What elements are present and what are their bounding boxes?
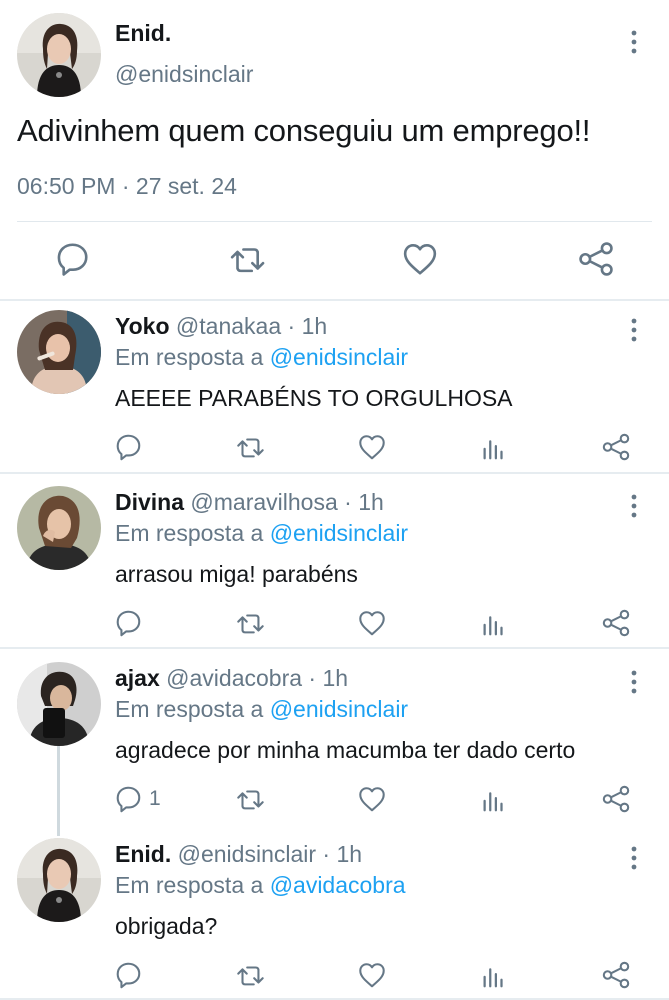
avatar[interactable] [17, 486, 101, 570]
reply-prefix: Em resposta a [115, 344, 270, 370]
reply-icon[interactable] [113, 608, 149, 638]
author-handle[interactable]: @enidsinclair [115, 61, 253, 88]
meta-separator: · [115, 173, 136, 199]
author-name[interactable]: ajax [115, 665, 160, 691]
author-handle[interactable]: @tanakaa [176, 313, 281, 339]
divider [0, 472, 669, 474]
mention-link[interactable]: @enidsinclair [270, 696, 408, 722]
reply-prefix: Em resposta a [115, 520, 270, 546]
retweet-icon[interactable] [235, 960, 265, 990]
reply-tweet[interactable]: Divina @maravilhosa · 1h Em resposta a @… [0, 478, 669, 654]
reply-context: Em resposta a @enidsinclair [115, 520, 408, 547]
more-options-icon[interactable] [624, 844, 644, 872]
like-icon[interactable] [357, 608, 387, 638]
reply-tweet[interactable]: Enid. @enidsinclair · 1h Em resposta a @… [0, 830, 669, 1000]
reply-header: Enid. @enidsinclair · 1h [115, 841, 362, 868]
reply-time: 1h [301, 313, 328, 339]
meta-separator: · [316, 841, 337, 867]
avatar[interactable] [17, 13, 101, 97]
reply-icon[interactable] [113, 960, 149, 990]
reply-icon[interactable] [53, 240, 93, 280]
divider [0, 647, 669, 649]
reply-icon[interactable] [113, 432, 149, 462]
reply-time: 1h [322, 665, 349, 691]
like-icon[interactable] [401, 240, 441, 280]
avatar[interactable] [17, 662, 101, 746]
mention-link[interactable]: @avidacobra [270, 872, 406, 898]
tweet-date: 27 set. 24 [135, 173, 237, 199]
more-options-icon[interactable] [624, 28, 644, 56]
author-name[interactable]: Enid. [115, 841, 171, 867]
retweet-icon[interactable] [235, 432, 265, 462]
meta-separator: · [302, 665, 323, 691]
author-handle[interactable]: @avidacobra [166, 665, 302, 691]
avatar[interactable] [17, 838, 101, 922]
reply-time: 1h [358, 489, 384, 515]
divider [17, 221, 652, 222]
reply-tweet[interactable]: ajax @avidacobra · 1h Em resposta a @eni… [0, 654, 669, 830]
reply-time: 1h [336, 841, 363, 867]
like-icon[interactable] [357, 432, 387, 462]
stats-icon[interactable] [479, 432, 509, 462]
tweet-text: Adivinhem quem conseguiu um emprego!! [17, 113, 591, 148]
mention-link[interactable]: @enidsinclair [270, 344, 408, 370]
reply-header: ajax @avidacobra · 1h [115, 665, 348, 692]
avatar[interactable] [17, 310, 101, 394]
retweet-icon[interactable] [235, 784, 265, 814]
reply-prefix: Em resposta a [115, 696, 270, 722]
divider [0, 299, 669, 301]
reply-header: Divina @maravilhosa · 1h [115, 489, 384, 516]
author-name[interactable]: Yoko [115, 313, 170, 339]
tweet-timestamp: 06:50 PM · 27 set. 24 [17, 173, 237, 200]
reply-context: Em resposta a @enidsinclair [115, 344, 408, 371]
tweet-time: 06:50 PM [17, 173, 116, 199]
author-handle[interactable]: @maravilhosa [190, 489, 337, 515]
meta-separator: · [281, 313, 302, 339]
reply-count: 1 [149, 787, 161, 810]
reply-context: Em resposta a @avidacobra [115, 872, 406, 899]
stats-icon[interactable] [479, 608, 509, 638]
stats-icon[interactable] [479, 960, 509, 990]
author-name[interactable]: Enid. [115, 20, 171, 47]
share-icon[interactable] [577, 240, 617, 280]
retweet-icon[interactable] [228, 240, 268, 280]
reply-icon[interactable]: 1 [113, 784, 161, 814]
more-options-icon[interactable] [624, 492, 644, 520]
retweet-icon[interactable] [235, 608, 265, 638]
reply-header: Yoko @tanakaa · 1h [115, 313, 327, 340]
reply-text: arrasou miga! parabéns [115, 561, 358, 587]
reply-tweet[interactable]: Yoko @tanakaa · 1h Em resposta a @enidsi… [0, 302, 669, 478]
reply-text: AEEEE PARABÉNS TO ORGULHOSA [115, 385, 513, 411]
like-icon[interactable] [357, 784, 387, 814]
author-name[interactable]: Divina [115, 489, 184, 515]
reply-text: agradece por minha macumba ter dado cert… [115, 737, 576, 763]
reply-prefix: Em resposta a [115, 872, 270, 898]
share-icon[interactable] [601, 960, 631, 990]
mention-link[interactable]: @enidsinclair [270, 520, 408, 546]
more-options-icon[interactable] [624, 316, 644, 344]
more-options-icon[interactable] [624, 668, 644, 696]
share-icon[interactable] [601, 432, 631, 462]
like-icon[interactable] [357, 960, 387, 990]
stats-icon[interactable] [479, 784, 509, 814]
main-tweet: Enid. @enidsinclair Adivinhem quem conse… [0, 0, 669, 300]
share-icon[interactable] [601, 608, 631, 638]
author-handle[interactable]: @enidsinclair [178, 841, 316, 867]
reply-context: Em resposta a @enidsinclair [115, 696, 408, 723]
share-icon[interactable] [601, 784, 631, 814]
reply-text: obrigada? [115, 913, 218, 939]
meta-separator: · [337, 489, 359, 515]
